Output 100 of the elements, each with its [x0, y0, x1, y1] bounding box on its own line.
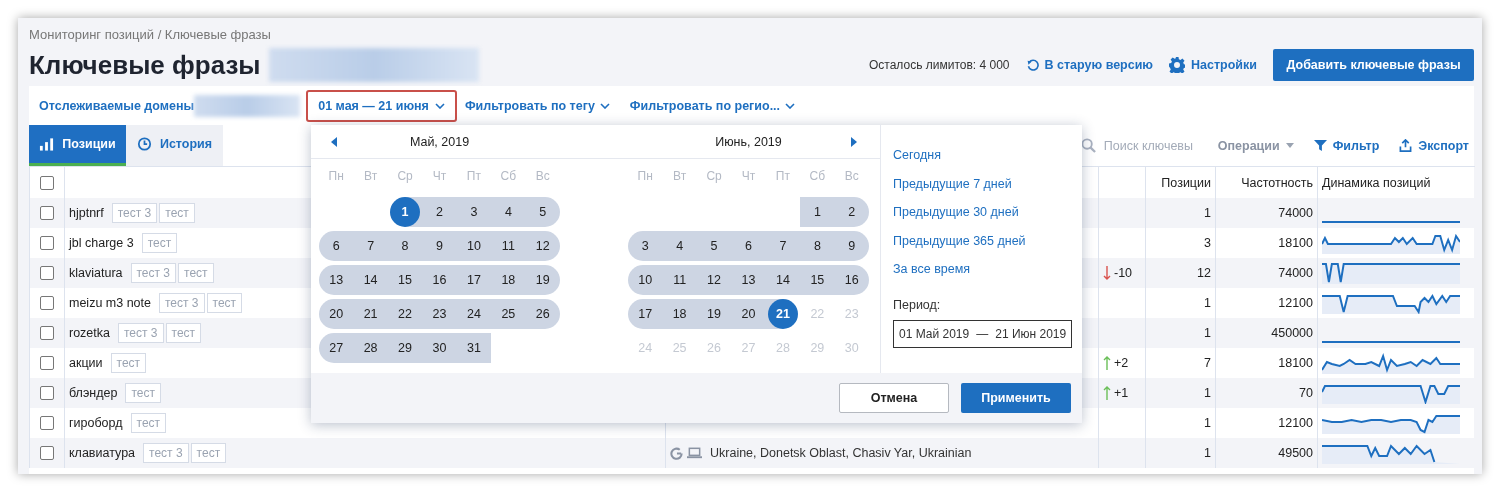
column-header[interactable]: Частотность: [1241, 175, 1313, 190]
calendar-day[interactable]: 1: [387, 197, 423, 227]
calendar-day[interactable]: 6: [731, 231, 766, 261]
cancel-button[interactable]: Отмена: [839, 383, 949, 413]
calendar-day[interactable]: 12: [525, 231, 560, 261]
position-value: 1: [1204, 386, 1211, 400]
next-month-icon[interactable]: [851, 137, 857, 147]
calendar-day[interactable]: 16: [834, 265, 869, 295]
calendar-day[interactable]: 2: [422, 197, 457, 227]
calendar-day[interactable]: 18: [491, 265, 526, 295]
calendar-day[interactable]: 22: [387, 299, 423, 329]
calendar-day[interactable]: 23: [422, 299, 457, 329]
row-checkbox[interactable]: [40, 326, 54, 341]
calendar-day[interactable]: 17: [628, 299, 663, 329]
calendar-day[interactable]: 16: [422, 265, 457, 295]
calendar-day[interactable]: 13: [319, 265, 354, 295]
calendar-day[interactable]: 25: [491, 299, 526, 329]
row-checkbox[interactable]: [40, 206, 54, 221]
export-button[interactable]: Экспорт: [1399, 138, 1469, 153]
row-checkbox[interactable]: [40, 236, 54, 251]
column-header[interactable]: Динамика позиций: [1322, 175, 1431, 190]
date-range-dropdown[interactable]: 01 мая — 21 июня: [306, 89, 457, 122]
position-value: 1: [1204, 416, 1211, 430]
calendar-day[interactable]: 11: [491, 231, 526, 261]
preset-link[interactable]: Предыдущие 7 дней: [893, 169, 1073, 198]
tag-label: тест: [190, 443, 227, 463]
preset-link[interactable]: Сегодня: [893, 141, 1073, 170]
bar-chart-icon: [39, 137, 55, 151]
frequency-value: 49500: [1278, 446, 1313, 460]
calendar-day[interactable]: 17: [456, 265, 492, 295]
position-change: +1: [1114, 386, 1129, 400]
keyword-text: гироборд: [69, 416, 123, 430]
calendar-day[interactable]: 7: [353, 231, 388, 261]
calendar-day[interactable]: 5: [525, 197, 560, 227]
calendar-day[interactable]: 10: [628, 265, 663, 295]
calendar-day[interactable]: 3: [628, 231, 663, 261]
tag-label: тест 3: [118, 323, 164, 343]
calendar-day[interactable]: 31: [456, 333, 492, 363]
calendar-day[interactable]: 1: [800, 197, 835, 227]
calendar-day[interactable]: 7: [765, 231, 801, 261]
calendar-day[interactable]: 30: [422, 333, 457, 363]
row-checkbox[interactable]: [40, 266, 54, 281]
preset-link[interactable]: За все время: [893, 255, 1073, 284]
calendar-day[interactable]: 5: [696, 231, 732, 261]
column-header[interactable]: Позиции: [1161, 175, 1211, 190]
calendar-day[interactable]: 19: [696, 299, 732, 329]
calendar-day[interactable]: 4: [662, 231, 697, 261]
tag-label: тест: [159, 203, 195, 223]
tag-label: тест 3: [159, 293, 205, 313]
calendar-day[interactable]: 15: [800, 265, 835, 295]
calendar-day[interactable]: 21: [765, 299, 801, 329]
tab[interactable]: История: [126, 125, 223, 166]
preset-link[interactable]: Предыдущие 30 дней: [893, 198, 1073, 227]
calendar-day[interactable]: 29: [387, 333, 423, 363]
calendar-day[interactable]: 2: [834, 197, 869, 227]
calendar-day[interactable]: 18: [662, 299, 697, 329]
calendar-day[interactable]: 24: [456, 299, 492, 329]
frequency-value: 18100: [1278, 236, 1313, 250]
calendar-day[interactable]: 20: [319, 299, 354, 329]
calendar-day[interactable]: 8: [800, 231, 835, 261]
calendar-day[interactable]: 15: [387, 265, 423, 295]
calendar-day[interactable]: 13: [731, 265, 766, 295]
calendar-day[interactable]: 4: [491, 197, 526, 227]
row-checkbox[interactable]: [40, 446, 54, 461]
preset-link[interactable]: Предыдущие 365 дней: [893, 226, 1073, 255]
calendar-day[interactable]: 27: [319, 333, 354, 363]
upload-icon: [1399, 139, 1413, 152]
row-checkbox[interactable]: [40, 386, 54, 401]
calendar-day[interactable]: 19: [525, 265, 560, 295]
calendar-day[interactable]: 11: [662, 265, 697, 295]
add-keywords-button[interactable]: Добавить ключевые фразы: [1273, 49, 1474, 81]
tab[interactable]: Позиции: [29, 125, 126, 166]
calendar-day[interactable]: 3: [456, 197, 492, 227]
previous-month-icon[interactable]: [331, 137, 337, 147]
calendar-day[interactable]: 10: [456, 231, 492, 261]
row-checkbox[interactable]: [40, 356, 54, 371]
calendar-day[interactable]: 14: [353, 265, 388, 295]
calendar-day[interactable]: 8: [387, 231, 423, 261]
apply-button[interactable]: Применить: [961, 383, 1071, 413]
weekday-label: Чт: [740, 168, 757, 185]
calendar-day[interactable]: 20: [731, 299, 766, 329]
calendar-day[interactable]: 26: [525, 299, 560, 329]
calendar-day[interactable]: 14: [765, 265, 801, 295]
calendar-day[interactable]: 6: [319, 231, 354, 261]
calendar-day[interactable]: 9: [834, 231, 869, 261]
old-version-link[interactable]: В старую версию: [1025, 58, 1154, 72]
calendar-day[interactable]: 21: [353, 299, 388, 329]
region-filter-dropdown[interactable]: Фильтровать по регио...: [629, 98, 796, 113]
tag-filter-dropdown[interactable]: Фильтровать по тегу: [464, 98, 610, 113]
settings-link[interactable]: Настройки: [1169, 57, 1257, 73]
domains-link[interactable]: Отслеживаемые домены: [39, 98, 195, 113]
row-checkbox[interactable]: [40, 296, 54, 311]
calendar-day[interactable]: 9: [422, 231, 457, 261]
calendar-day[interactable]: 28: [353, 333, 388, 363]
calendar-day[interactable]: 12: [696, 265, 732, 295]
period-field[interactable]: 01 Май 2019 — 21 Июн 2019: [893, 319, 1073, 348]
filter-button[interactable]: Фильтр: [1313, 138, 1380, 153]
select-all-checkbox[interactable]: [40, 175, 54, 190]
row-checkbox[interactable]: [40, 416, 54, 431]
search-engine-icon: [670, 446, 683, 460]
